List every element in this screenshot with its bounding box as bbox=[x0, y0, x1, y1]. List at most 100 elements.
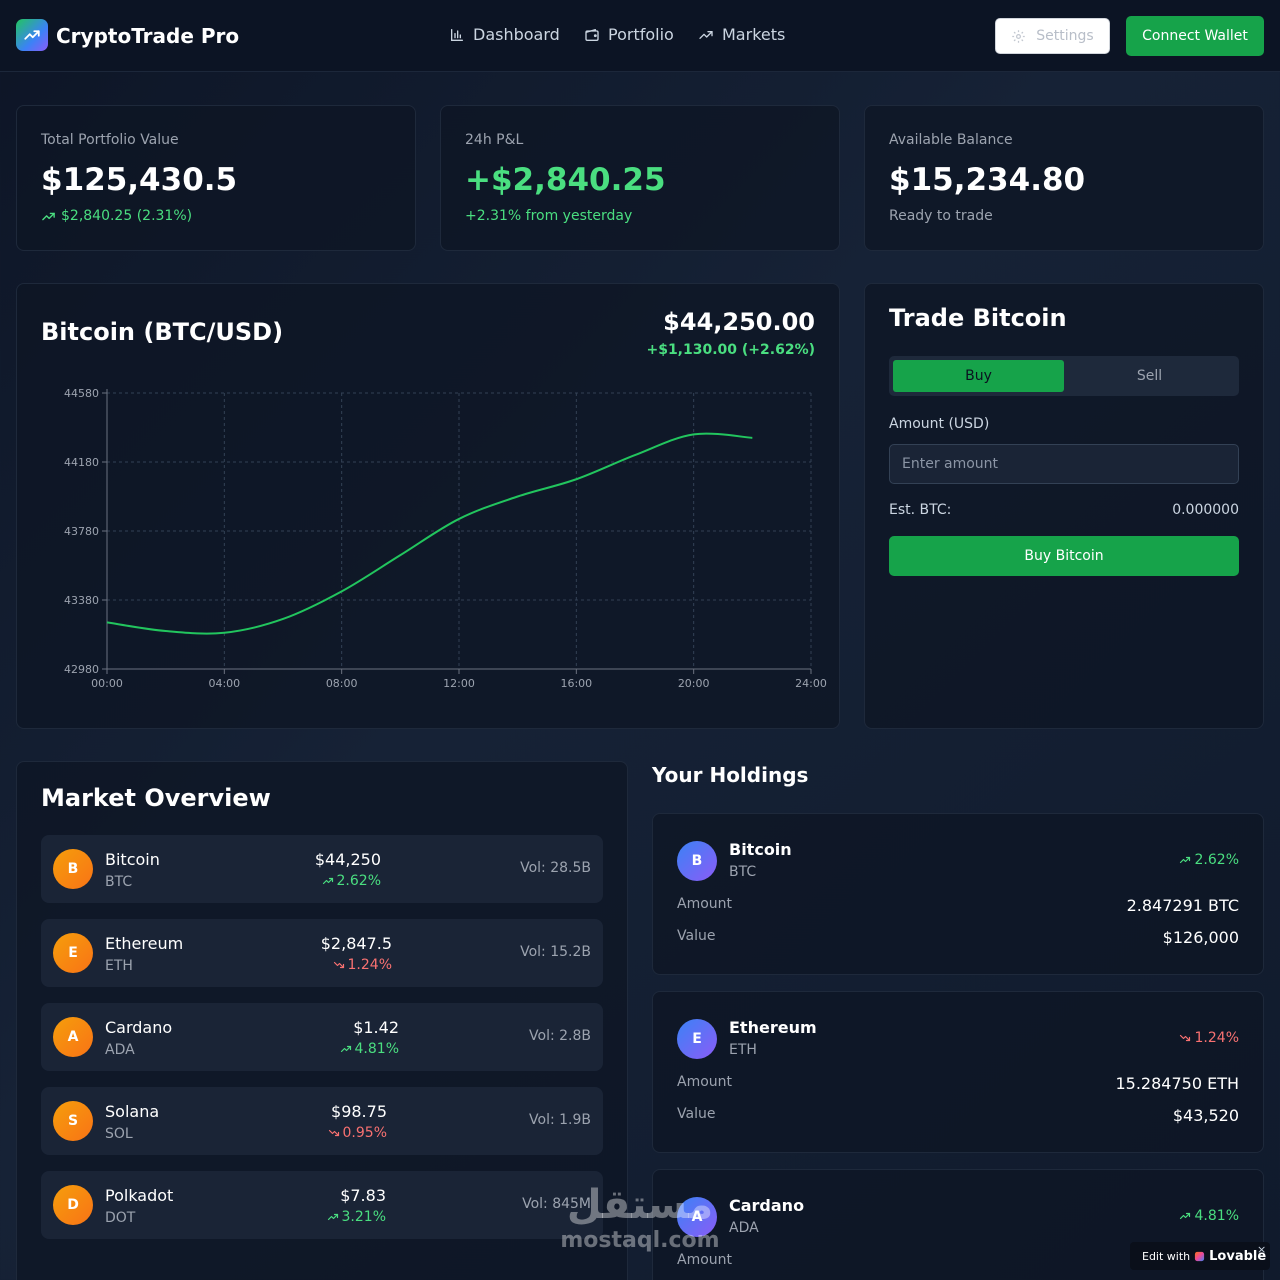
watermark-latin: mostaql.com bbox=[560, 1228, 720, 1253]
stat-value: $125,430.5 bbox=[41, 162, 238, 198]
holding-avatar: E bbox=[677, 1019, 717, 1059]
buy-sell-toggle: Buy Sell bbox=[889, 356, 1239, 396]
bar-chart-icon bbox=[451, 28, 463, 41]
stat-value: $15,234.80 bbox=[889, 162, 1086, 198]
holding-change-text: 4.81% bbox=[1194, 1208, 1239, 1224]
trending-up-icon bbox=[322, 877, 333, 885]
badge-prefix: Edit with bbox=[1142, 1249, 1191, 1263]
price-chart-card: Bitcoin (BTC/USD) $44,250.00 +$1,130.00 … bbox=[16, 283, 840, 729]
stat-change-text: +2.31% from yesterday bbox=[465, 208, 633, 224]
holding-amount: 2.847291 BTC bbox=[1126, 896, 1239, 915]
holding-card[interactable]: E Ethereum ETH 1.24% Amount 15.284750 ET… bbox=[652, 991, 1264, 1153]
coin-change: 3.21% bbox=[286, 1209, 386, 1225]
coin-change: 2.62% bbox=[281, 873, 381, 889]
coin-volume: Vol: 1.9B bbox=[529, 1112, 591, 1128]
coin-name: Polkadot bbox=[105, 1186, 174, 1205]
stat-change: $2,840.25 (2.31%) bbox=[41, 208, 192, 224]
nav-markets[interactable]: Markets bbox=[698, 25, 785, 44]
market-row[interactable]: B Bitcoin BTC $44,250 2.62% Vol: 28.5B bbox=[41, 835, 603, 903]
x-tick-label: 12:00 bbox=[443, 677, 475, 690]
x-tick-label: 08:00 bbox=[326, 677, 358, 690]
holding-symbol: ADA bbox=[729, 1220, 759, 1236]
coin-avatar: D bbox=[53, 1185, 93, 1225]
coin-symbol: BTC bbox=[105, 874, 133, 890]
coin-change: 0.95% bbox=[287, 1125, 387, 1141]
market-row[interactable]: E Ethereum ETH $2,847.5 1.24% Vol: 15.2B bbox=[41, 919, 603, 987]
buy-bitcoin-button[interactable]: Buy Bitcoin bbox=[889, 536, 1239, 576]
settings-label: Settings bbox=[1036, 28, 1094, 44]
holding-value-label: Value bbox=[677, 928, 716, 944]
stat-card-portfolio: Total Portfolio Value $125,430.5 $2,840.… bbox=[16, 105, 416, 251]
holding-amount: 15.284750 ETH bbox=[1115, 1074, 1239, 1093]
stat-change-text: $2,840.25 (2.31%) bbox=[61, 208, 193, 224]
stat-value: +$2,840.25 bbox=[465, 162, 666, 198]
market-overview-card: Market Overview B Bitcoin BTC $44,250 2.… bbox=[16, 761, 628, 1280]
y-tick-label: 42980 bbox=[64, 663, 99, 676]
holding-change: 2.62% bbox=[1179, 852, 1239, 868]
coin-avatar: E bbox=[53, 933, 93, 973]
y-tick-label: 43780 bbox=[64, 525, 99, 538]
coin-symbol: ETH bbox=[105, 958, 133, 974]
heart-icon bbox=[1195, 1251, 1205, 1261]
coin-avatar: A bbox=[53, 1017, 93, 1057]
tab-buy[interactable]: Buy bbox=[893, 360, 1064, 392]
x-tick-label: 20:00 bbox=[678, 677, 710, 690]
holding-name: Cardano bbox=[729, 1196, 805, 1215]
nav-dashboard-label: Dashboard bbox=[473, 25, 560, 44]
stat-label: 24h P&L bbox=[465, 132, 524, 148]
stat-card-balance: Available Balance $15,234.80 Ready to tr… bbox=[864, 105, 1264, 251]
coin-avatar: S bbox=[53, 1101, 93, 1141]
coin-change: 4.81% bbox=[299, 1041, 399, 1057]
holding-value: $126,000 bbox=[1162, 928, 1239, 947]
holding-change: 1.24% bbox=[1179, 1030, 1239, 1046]
coin-volume: Vol: 28.5B bbox=[520, 860, 591, 876]
holding-change-text: 1.24% bbox=[1194, 1030, 1239, 1046]
tab-sell[interactable]: Sell bbox=[1064, 360, 1235, 392]
trending-down-icon bbox=[1179, 1034, 1190, 1042]
stat-label: Available Balance bbox=[889, 132, 1013, 148]
stat-label: Total Portfolio Value bbox=[41, 132, 179, 148]
stat-card-pnl: 24h P&L +$2,840.25 +2.31% from yesterday bbox=[440, 105, 840, 251]
trade-card: Trade Bitcoin Buy Sell Amount (USD) Est.… bbox=[864, 283, 1264, 729]
holding-change: 4.81% bbox=[1179, 1208, 1239, 1224]
holding-change-text: 2.62% bbox=[1194, 852, 1239, 868]
holding-card[interactable]: B Bitcoin BTC 2.62% Amount 2.847291 BTC … bbox=[652, 813, 1264, 975]
watermark: مستقل mostaql.com bbox=[560, 1182, 720, 1254]
coin-name: Bitcoin bbox=[105, 850, 160, 869]
trending-up-icon bbox=[699, 30, 713, 39]
nav-dashboard[interactable]: Dashboard bbox=[449, 25, 560, 44]
market-row[interactable]: S Solana SOL $98.75 0.95% Vol: 1.9B bbox=[41, 1087, 603, 1155]
app-title: CryptoTrade Pro bbox=[56, 24, 240, 48]
lovable-badge[interactable]: Edit with Lovable bbox=[1130, 1242, 1270, 1270]
coin-symbol: SOL bbox=[105, 1126, 133, 1142]
top-navbar: CryptoTrade Pro Dashboard Portfolio Mark… bbox=[0, 0, 1280, 72]
coin-price: $1.42 bbox=[353, 1018, 399, 1037]
market-row[interactable]: D Polkadot DOT $7.83 3.21% Vol: 845M bbox=[41, 1171, 603, 1239]
coin-volume: Vol: 15.2B bbox=[520, 944, 591, 960]
holding-amount-label: Amount bbox=[677, 1252, 733, 1268]
nav-portfolio[interactable]: Portfolio bbox=[584, 25, 674, 44]
holding-name: Bitcoin bbox=[729, 840, 792, 859]
est-btc-label: Est. BTC: bbox=[889, 502, 952, 518]
coin-change-text: 4.81% bbox=[354, 1041, 399, 1057]
coin-symbol: ADA bbox=[105, 1042, 135, 1058]
settings-button[interactable]: Settings bbox=[995, 18, 1110, 54]
coin-price-block: $98.75 0.95% bbox=[287, 1102, 387, 1141]
coin-price: $2,847.5 bbox=[320, 934, 392, 953]
nav-portfolio-label: Portfolio bbox=[608, 25, 674, 44]
market-overview-title: Market Overview bbox=[41, 784, 271, 812]
market-row[interactable]: A Cardano ADA $1.42 4.81% Vol: 2.8B bbox=[41, 1003, 603, 1071]
connect-wallet-button[interactable]: Connect Wallet bbox=[1126, 16, 1264, 56]
coin-price-block: $7.83 3.21% bbox=[286, 1186, 386, 1225]
coin-price: $98.75 bbox=[331, 1102, 387, 1121]
amount-input[interactable] bbox=[889, 444, 1239, 484]
badge-close-icon[interactable]: × bbox=[1257, 1243, 1266, 1256]
coin-name: Solana bbox=[105, 1102, 160, 1121]
trending-up-icon bbox=[42, 212, 55, 220]
holding-value: $43,520 bbox=[1172, 1106, 1239, 1125]
x-tick-label: 04:00 bbox=[208, 677, 240, 690]
trending-down-icon bbox=[328, 1129, 339, 1137]
price-chart[interactable]: 42980 43380 43780 44180 44580 00:00 04:00 08:00… bbox=[17, 284, 841, 730]
nav-markets-label: Markets bbox=[722, 25, 786, 44]
coin-change-text: 2.62% bbox=[336, 873, 381, 889]
